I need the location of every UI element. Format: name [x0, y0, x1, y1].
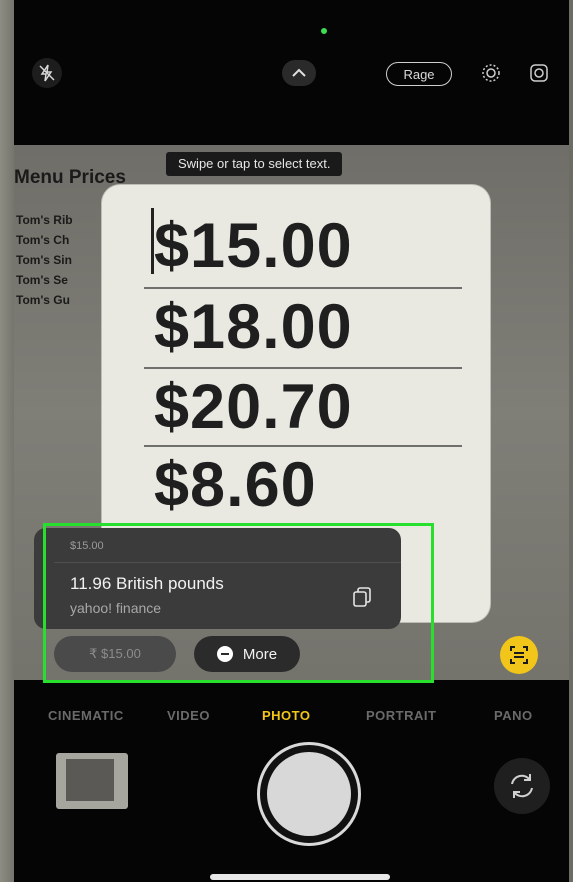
mode-video[interactable]: VIDEO [167, 708, 210, 723]
live-photo-icon[interactable] [476, 58, 506, 88]
settings-icon[interactable] [524, 58, 554, 88]
privacy-indicator [321, 28, 327, 34]
divider [144, 367, 462, 369]
mode-photo[interactable]: PHOTO [262, 708, 311, 723]
shutter-button[interactable] [257, 742, 361, 846]
chevron-up-icon[interactable] [282, 60, 316, 86]
divider [144, 287, 462, 289]
mode-pill-button[interactable]: Rage [386, 62, 452, 86]
camera-screen: Rage Menu Prices Tom's Rib Tom's Ch Tom'… [14, 0, 569, 882]
menu-item: Tom's Sin [16, 253, 72, 267]
mode-cinematic[interactable]: CINEMATIC [48, 708, 124, 723]
thumbnail-image [66, 759, 114, 801]
flip-camera-icon[interactable] [494, 758, 550, 814]
mode-selector[interactable]: CINEMATIC VIDEO PHOTO PORTRAIT PANO [14, 708, 569, 728]
menu-title: Menu Prices [14, 167, 126, 188]
divider [144, 445, 462, 447]
price-line[interactable]: $8.60 [154, 449, 317, 521]
menu-item: Tom's Se [16, 273, 68, 287]
flash-off-icon[interactable] [32, 58, 62, 88]
menu-item: Tom's Gu [16, 293, 70, 307]
price-line[interactable]: $20.70 [154, 371, 353, 443]
highlight-box [43, 523, 434, 683]
menu-item: Tom's Rib [16, 213, 73, 227]
menu-item: Tom's Ch [16, 233, 70, 247]
price-line[interactable]: $18.00 [154, 291, 353, 363]
photo-thumbnail[interactable] [56, 753, 128, 809]
price-line[interactable]: $15.00 [154, 210, 353, 282]
mode-pano[interactable]: PANO [494, 708, 533, 723]
hint-banner: Swipe or tap to select text. [166, 152, 343, 176]
mode-portrait[interactable]: PORTRAIT [366, 708, 436, 723]
live-text-icon[interactable] [500, 636, 538, 674]
home-indicator[interactable] [210, 874, 390, 880]
shutter-core [267, 752, 351, 836]
